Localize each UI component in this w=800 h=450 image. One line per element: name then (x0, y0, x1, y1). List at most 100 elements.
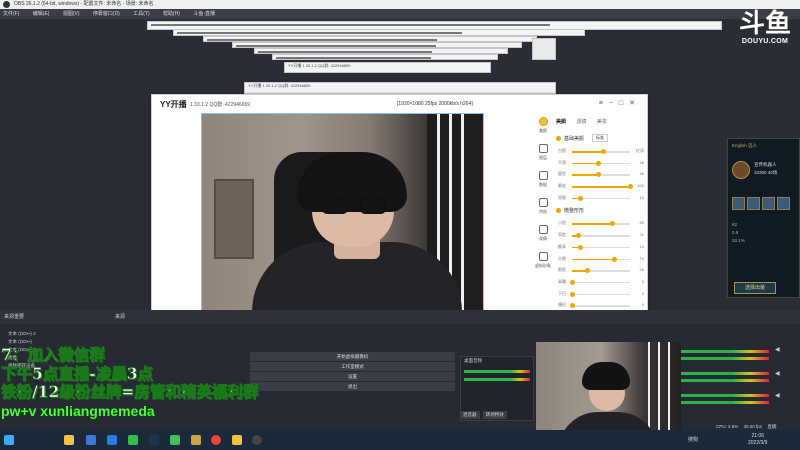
virtual-camera-button[interactable]: 开始虚拟摄像机 (250, 352, 455, 361)
tab-filter[interactable]: 滤镜 (576, 119, 586, 125)
yy-camera-preview[interactable] (201, 113, 484, 325)
slider-handle[interactable] (584, 268, 590, 274)
desktop-audio-label: 桌面音频 (464, 358, 482, 363)
speaker-icon[interactable]: ◀ (775, 392, 780, 399)
menu-douyu[interactable]: 斗鱼-直播 (193, 11, 215, 17)
source-item[interactable]: 文本 (GDI+) 2 (0, 330, 85, 338)
beauty-preset-select[interactable]: 标准 (592, 134, 609, 142)
side-avatar[interactable]: 虚拟形象 (532, 252, 554, 279)
beauty-slider[interactable]: 小脸 69 (556, 218, 646, 230)
slider-handle[interactable] (596, 160, 602, 166)
minimize-icon[interactable]: − (609, 100, 619, 107)
slider-value: 0 (641, 302, 644, 308)
select-build-button[interactable]: 选择出装 (734, 282, 776, 294)
slider-track[interactable] (572, 172, 630, 178)
slider-value: 100 (637, 183, 644, 189)
beauty-tabs: 美颜 滤镜 美妆 (556, 113, 646, 131)
side-effects[interactable]: 特效 (532, 198, 554, 225)
exit-button[interactable]: 退出 (250, 382, 455, 391)
speaker-icon[interactable]: ◀ (775, 346, 780, 353)
system-clock[interactable]: 21:06 2022/3/9 (748, 433, 767, 447)
slider-track[interactable] (572, 256, 630, 262)
beauty-slider[interactable]: 磨皮 100 (556, 181, 646, 193)
slider-fill (572, 174, 599, 176)
menu-view[interactable]: 视图(V) (63, 11, 80, 17)
beauty-slider[interactable]: 瘦脸 46 (556, 169, 646, 181)
lol-icon[interactable] (191, 435, 201, 445)
menu-help[interactable]: 帮助(H) (163, 11, 180, 17)
toggle-icon[interactable] (556, 208, 561, 214)
beauty-slider[interactable]: 窄脸 11 (556, 230, 646, 242)
beauty-slider[interactable]: 鼻翼 0 (556, 277, 646, 289)
side-beauty[interactable]: 美颜 (532, 117, 554, 144)
app-icon[interactable] (107, 435, 117, 445)
maximize-icon[interactable]: □ (619, 100, 629, 107)
beauty-slider[interactable]: 亮眼 15 (556, 193, 646, 205)
slider-track[interactable] (572, 244, 630, 250)
yy-icon[interactable] (232, 435, 242, 445)
input-method[interactable]: 搜狗 (688, 436, 698, 443)
slider-track[interactable] (569, 303, 630, 309)
slider-track[interactable] (569, 279, 630, 285)
slider-handle[interactable] (575, 233, 581, 239)
side-layers[interactable]: 图层 (532, 144, 554, 171)
wechat-icon[interactable] (128, 435, 138, 445)
close-icon[interactable]: ✕ (629, 100, 641, 107)
slider-track[interactable] (572, 149, 630, 154)
slider-handle[interactable] (627, 184, 633, 190)
tab-beauty[interactable]: 美颜 (556, 119, 566, 125)
nested-window (173, 29, 585, 36)
tab-mixer[interactable]: 混音器 (460, 411, 480, 419)
slider-handle[interactable] (569, 291, 575, 297)
slider-handle[interactable] (569, 279, 575, 285)
beauty-slider[interactable]: 眼距 26 (556, 265, 646, 277)
beauty-slider[interactable]: 白皙 红润 (556, 146, 646, 158)
nested-window (272, 54, 498, 60)
dock-left-title: 来源重要 (4, 314, 25, 320)
speaker-icon[interactable]: ◀ (775, 370, 780, 377)
steam-icon[interactable] (149, 435, 159, 445)
beauty-slider[interactable]: 下巴 0 (556, 289, 646, 301)
menu-file[interactable]: 文件(F) (3, 11, 19, 17)
slider-handle[interactable] (569, 303, 575, 309)
clock-date: 2022/3/9 (748, 440, 768, 446)
slider-value: 0 (641, 278, 644, 284)
menu-icon[interactable]: ≡ (599, 100, 609, 107)
settings-button[interactable]: 设置 (250, 372, 455, 381)
beauty-slider[interactable]: 平滑 46 (556, 158, 646, 170)
reshape-section: 微整形形 (556, 207, 646, 214)
slider-handle[interactable] (612, 256, 618, 262)
slider-track[interactable] (569, 291, 630, 297)
side-data[interactable]: 数据 (532, 171, 554, 198)
chrome-icon[interactable] (211, 435, 221, 445)
side-emoji[interactable]: 表情 (532, 225, 554, 252)
obs-icon[interactable] (252, 435, 262, 445)
slider-track[interactable] (572, 233, 630, 239)
slider-track[interactable] (572, 160, 630, 166)
slider-handle[interactable] (601, 149, 607, 154)
explorer-icon[interactable] (64, 435, 74, 445)
mail-icon[interactable] (86, 435, 96, 445)
menu-edit[interactable]: 编辑(E) (33, 11, 50, 17)
menu-docks[interactable]: 停靠窗口(D) (93, 11, 120, 17)
beauty-icon (538, 117, 548, 126)
beauty-slider[interactable]: 大眼 74 (556, 254, 646, 266)
menu-tools[interactable]: 工具(T) (133, 11, 149, 17)
slider-handle[interactable] (578, 195, 584, 201)
nested-douyu-logo (532, 38, 556, 60)
slider-track[interactable] (572, 221, 630, 227)
start-icon[interactable] (4, 435, 14, 445)
slider-handle[interactable] (609, 221, 615, 227)
slider-handle[interactable] (577, 244, 583, 250)
toggle-icon[interactable] (556, 135, 561, 141)
nested-window-title: YY开播 1.33.1.2 QQ群: 422946659 (248, 83, 311, 88)
app-icon[interactable] (170, 435, 180, 445)
slider-track[interactable] (572, 195, 630, 201)
slider-track[interactable] (572, 268, 630, 274)
beauty-slider[interactable]: 额高 14 (556, 242, 646, 254)
slider-handle[interactable] (596, 172, 602, 178)
slider-track[interactable] (572, 184, 633, 190)
tab-transitions[interactable]: 转场特效 (482, 411, 507, 419)
tab-makeup[interactable]: 美妆 (597, 119, 607, 125)
studio-mode-button[interactable]: 工作室模式 (250, 362, 455, 371)
